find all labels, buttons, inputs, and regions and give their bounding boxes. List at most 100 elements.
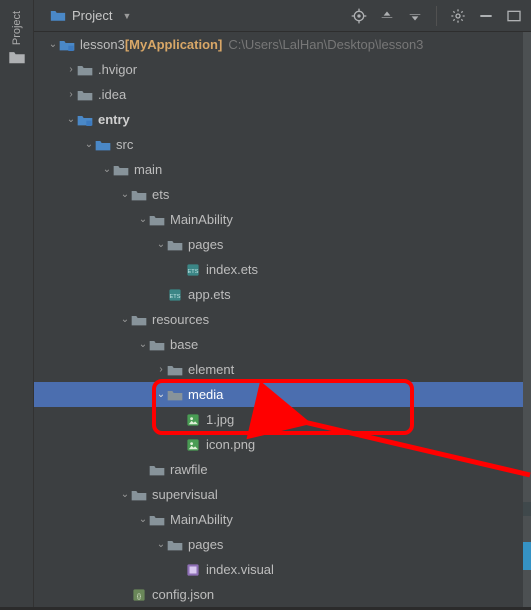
tree-item-label: icon.png [206, 437, 255, 452]
chevron-down-icon[interactable]: ⌄ [156, 389, 166, 400]
tree-item[interactable]: › .idea [34, 82, 523, 107]
tree-item-label: base [170, 337, 198, 352]
folder-icon [76, 63, 94, 77]
project-path: C:\Users\LalHan\Desktop\lesson3 [228, 37, 423, 52]
locate-button[interactable] [348, 5, 370, 27]
tree-item[interactable]: icon.png [34, 432, 523, 457]
project-icon [50, 9, 66, 22]
tree-item-label: pages [188, 237, 223, 252]
folder-icon [166, 363, 184, 377]
folder-icon [148, 463, 166, 477]
tree-item[interactable]: ⌄ MainAbility [34, 207, 523, 232]
tree-item[interactable]: ⌄ src [34, 132, 523, 157]
toolbar-separator [436, 6, 437, 26]
chevron-right-icon[interactable]: › [66, 89, 76, 100]
tree-item-label: app.ets [188, 287, 231, 302]
chevron-down-icon[interactable]: ⌄ [138, 339, 148, 350]
folder-icon [130, 488, 148, 502]
tree-item-label: element [188, 362, 234, 377]
expand-all-button[interactable] [376, 5, 398, 27]
chevron-down-icon[interactable]: ⌄ [156, 539, 166, 550]
tree-item[interactable]: ⌄ pages [34, 232, 523, 257]
tree-item-label: 1.jpg [206, 412, 234, 427]
tree-item-label: config.json [152, 587, 214, 602]
tree-item[interactable]: ⌄ lesson3 [MyApplication] C:\Users\LalHan\… [34, 32, 523, 57]
panel-title[interactable]: Project [72, 8, 112, 23]
folder-icon [76, 88, 94, 102]
tree-item-label: media [188, 387, 223, 402]
tree-item-label: MainAbility [170, 512, 233, 527]
tree-item[interactable]: ⌄ media [34, 382, 523, 407]
project-toolbar: Project ▼ [34, 0, 531, 32]
tree-item[interactable]: ⌄ MainAbility [34, 507, 523, 532]
chevron-down-icon[interactable]: ⌄ [120, 189, 130, 200]
chevron-right-icon[interactable]: › [66, 64, 76, 75]
folder-icon [130, 188, 148, 202]
folder-icon [166, 388, 184, 402]
minimize-button[interactable] [475, 5, 497, 27]
folder-icon [148, 513, 166, 527]
tree-item[interactable]: ⌄ base [34, 332, 523, 357]
tree-item-label: index.ets [206, 262, 258, 277]
tree-item-label: index.visual [206, 562, 274, 577]
folder-icon[interactable] [8, 50, 26, 64]
tree-item[interactable]: index.visual [34, 557, 523, 582]
chevron-down-icon[interactable]: ⌄ [48, 39, 58, 50]
side-strip-label[interactable]: Project [11, 11, 23, 45]
gutter-mark [523, 542, 531, 570]
tree-item[interactable]: ETS index.ets [34, 257, 523, 282]
chevron-down-icon[interactable]: ⌄ [120, 314, 130, 325]
tree-item[interactable]: ⌄entry [34, 107, 523, 132]
file-img-icon [184, 413, 202, 427]
chevron-down-icon[interactable]: ⌄ [138, 214, 148, 225]
tree-item[interactable]: ⌄ resources [34, 307, 523, 332]
tree-item-label: .idea [98, 87, 126, 102]
folder-icon [112, 163, 130, 177]
module-bracket: [MyApplication] [125, 37, 223, 52]
tree-item[interactable]: › .hvigor [34, 57, 523, 82]
collapse-all-button[interactable] [404, 5, 426, 27]
file-vis-icon [184, 563, 202, 577]
tree-item-label: supervisual [152, 487, 218, 502]
gutter-mark [523, 502, 531, 516]
tree-item[interactable]: 1.jpg [34, 407, 523, 432]
tree-item-label: .hvigor [98, 62, 137, 77]
folder-src-icon [94, 138, 112, 152]
folder-icon [166, 538, 184, 552]
chevron-down-icon[interactable]: ⌄ [156, 239, 166, 250]
tree-item[interactable]: ⌄ supervisual [34, 482, 523, 507]
folder-icon [148, 338, 166, 352]
svg-text:ETS: ETS [170, 293, 181, 299]
tree-item-label: rawfile [170, 462, 208, 477]
tree-item[interactable]: ⌄ ets [34, 182, 523, 207]
chevron-down-icon[interactable]: ⌄ [84, 139, 94, 150]
tree-item-label: resources [152, 312, 209, 327]
project-tree[interactable]: ⌄ lesson3 [MyApplication] C:\Users\LalHan\… [34, 32, 523, 607]
hide-button[interactable] [503, 5, 525, 27]
tree-item-label: ets [152, 187, 169, 202]
folder-module-icon [76, 113, 94, 127]
tree-item-label: lesson3 [80, 37, 125, 52]
chevron-down-icon[interactable]: ⌄ [66, 114, 76, 125]
svg-text:ETS: ETS [188, 268, 199, 274]
folder-icon [130, 313, 148, 327]
chevron-down-icon[interactable]: ⌄ [138, 514, 148, 525]
tree-item-label: src [116, 137, 133, 152]
tree-item[interactable]: ⌄pages [34, 532, 523, 557]
tree-item[interactable]: ⌄main [34, 157, 523, 182]
chevron-down-icon[interactable]: ▼ [122, 11, 131, 21]
settings-button[interactable] [447, 5, 469, 27]
chevron-down-icon[interactable]: ⌄ [120, 489, 130, 500]
file-img-icon [184, 438, 202, 452]
tree-item-label: MainAbility [170, 212, 233, 227]
tree-item[interactable]: rawfile [34, 457, 523, 482]
tree-item[interactable]: {} config.json [34, 582, 523, 607]
chevron-right-icon[interactable]: › [156, 364, 166, 375]
right-gutter [523, 32, 531, 607]
tree-item[interactable]: ETS app.ets [34, 282, 523, 307]
tree-item[interactable]: › element [34, 357, 523, 382]
svg-text:{}: {} [137, 592, 141, 599]
file-json-icon: {} [130, 588, 148, 602]
chevron-down-icon[interactable]: ⌄ [102, 164, 112, 175]
folder-module-icon [58, 38, 76, 52]
